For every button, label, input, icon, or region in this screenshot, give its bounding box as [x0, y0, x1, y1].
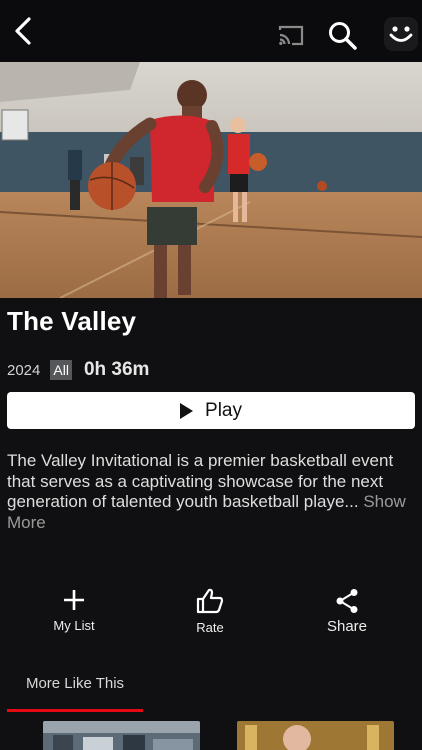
back-icon	[15, 17, 31, 45]
my-list-label: My List	[53, 618, 95, 633]
tab-more-like-this[interactable]: More Like This	[7, 672, 143, 712]
share-button[interactable]: Share	[302, 588, 392, 635]
related-title-thumbnail[interactable]	[237, 721, 394, 750]
search-icon	[329, 22, 357, 50]
hero-image[interactable]	[0, 62, 422, 298]
plus-icon	[64, 590, 84, 610]
cast-icon	[278, 25, 304, 46]
share-icon	[336, 589, 358, 613]
active-tab-indicator	[7, 709, 143, 712]
profile-smiley-icon	[384, 17, 418, 51]
title-detail-screen: The Valley 2024 All 0h 36m Play The Vall…	[0, 0, 422, 750]
description-text: The Valley Invitational is a premier bas…	[7, 451, 394, 511]
title-meta: 2024 All 0h 36m	[7, 358, 149, 382]
release-year: 2024	[7, 361, 41, 379]
maturity-rating-badge: All	[50, 360, 72, 380]
play-button[interactable]: Play	[7, 392, 415, 429]
my-list-button[interactable]: My List	[29, 588, 119, 633]
rate-button[interactable]: Rate	[165, 588, 255, 635]
play-icon	[180, 402, 194, 419]
page-title: The Valley	[7, 306, 137, 336]
profile-button[interactable]	[384, 17, 418, 51]
related-title-thumbnail[interactable]	[43, 721, 200, 750]
top-bar	[0, 0, 422, 62]
tab-label: More Like This	[25, 675, 125, 692]
action-row: My List Rate Share	[0, 588, 422, 648]
cast-button[interactable]	[278, 24, 306, 48]
share-label: Share	[326, 618, 368, 635]
thumbs-up-icon	[196, 588, 224, 614]
rate-label: Rate	[196, 620, 224, 635]
search-button[interactable]	[327, 20, 359, 52]
description: The Valley Invitational is a premier bas…	[7, 451, 417, 533]
back-button[interactable]	[6, 14, 40, 48]
play-label: Play	[205, 399, 242, 421]
duration: 0h 36m	[83, 359, 150, 380]
